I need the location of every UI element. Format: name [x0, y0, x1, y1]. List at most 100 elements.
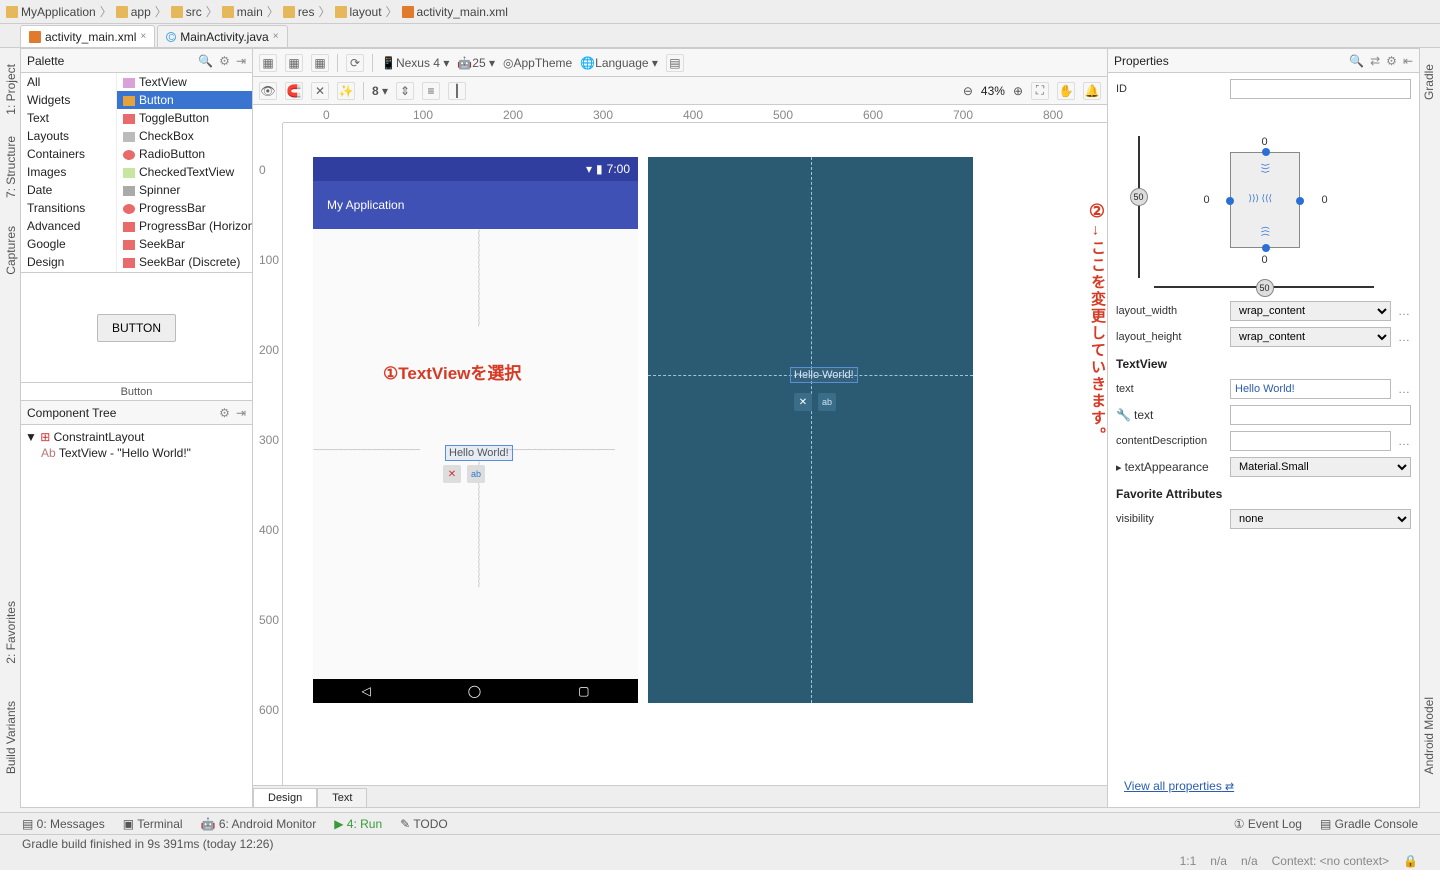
battery-icon: ▮: [596, 162, 603, 176]
tool-favorites[interactable]: 2: Favorites: [2, 595, 20, 670]
tab-mainactivity[interactable]: CMainActivity.java×: [157, 25, 287, 47]
wifi-icon: ▾: [586, 162, 592, 176]
pack-icon[interactable]: ⇕: [396, 82, 414, 100]
layout-width-select[interactable]: wrap_content: [1230, 301, 1391, 321]
close-icon[interactable]: ×: [140, 31, 146, 42]
palette-categories[interactable]: AllWidgetsTextLayoutsContainersImagesDat…: [21, 73, 117, 272]
select-design-icon[interactable]: ▦: [259, 54, 277, 72]
prop-id-label: ID: [1116, 83, 1224, 95]
blueprint-textview[interactable]: Hello World!: [790, 367, 858, 383]
tool-structure[interactable]: 7: Structure: [2, 130, 20, 204]
device-select[interactable]: 📱Nexus 4 ▾: [381, 56, 449, 70]
bp-baseline-icon[interactable]: ab: [818, 393, 836, 411]
pan-icon[interactable]: ✋: [1057, 82, 1075, 100]
variants-icon[interactable]: ▤: [666, 54, 684, 72]
remove-constraint-icon[interactable]: ✕: [443, 465, 461, 483]
more-icon[interactable]: …: [1397, 330, 1411, 344]
constraint-inspector[interactable]: 0 0 0 0 ⟩⟩⟩ ⟨⟨⟨ ⟩⟩⟩ ⟨⟨⟨ 50: [1116, 105, 1411, 295]
tool-project[interactable]: 1: Project: [2, 58, 20, 121]
search-icon[interactable]: 🔍: [198, 54, 213, 68]
bp-remove-constraint-icon[interactable]: ✕: [794, 393, 812, 411]
back-icon: ◁: [361, 684, 370, 698]
status-bar: Gradle build finished in 9s 391ms (today…: [0, 834, 1440, 852]
wrench-icon: 🔧: [1116, 408, 1131, 422]
section-textview: TextView: [1116, 357, 1411, 371]
recent-icon: ▢: [578, 684, 589, 698]
zoom-in-icon[interactable]: ⊕: [1013, 84, 1023, 98]
tab-design[interactable]: Design: [253, 788, 317, 807]
palette-title: Palette: [27, 54, 64, 68]
tool-android-model[interactable]: Android Model: [1420, 691, 1438, 780]
gear-icon[interactable]: ⚙: [1386, 54, 1397, 68]
palette-preview: BUTTON: [21, 273, 252, 383]
api-select[interactable]: 🤖25 ▾: [457, 56, 495, 70]
tool-gradle-console[interactable]: ▤ Gradle Console: [1320, 817, 1418, 831]
close-icon[interactable]: ×: [273, 31, 279, 42]
view-all-properties-link[interactable]: View all properties ⇄: [1116, 771, 1411, 801]
tool-messages[interactable]: ▤ 0: Messages: [22, 817, 105, 831]
design-canvas[interactable]: 0100200300400500600700800 01002003004005…: [253, 105, 1107, 785]
prop-id-input[interactable]: [1230, 79, 1411, 99]
contentdescription-input[interactable]: [1230, 431, 1391, 451]
textappearance-select[interactable]: Material.Small: [1230, 457, 1411, 477]
more-icon[interactable]: …: [1397, 304, 1411, 318]
tool-todo[interactable]: ✎ TODO: [400, 817, 448, 831]
guideline-icon[interactable]: ┃: [448, 82, 466, 100]
tree-textview[interactable]: Ab TextView - "Hello World!": [23, 445, 250, 461]
more-icon[interactable]: …: [1397, 434, 1411, 448]
zoom-fit-icon[interactable]: ⛶: [1031, 82, 1049, 100]
home-icon: ◯: [468, 684, 481, 698]
breadcrumb[interactable]: MyApplication〉 app〉 src〉 main〉 res〉 layo…: [0, 0, 1440, 24]
design-surface[interactable]: ▾▮7:00 My Application ~~~~~~~~~~~~~~~~~~…: [313, 157, 973, 703]
layout-height-select[interactable]: wrap_content: [1230, 327, 1391, 347]
view-blueprint-icon[interactable]: ▦: [285, 54, 303, 72]
tab-text[interactable]: Text: [317, 788, 367, 807]
selected-textview[interactable]: Hello World!: [445, 445, 513, 461]
tool-build-variants[interactable]: Build Variants: [2, 695, 20, 780]
tool-captures[interactable]: Captures: [2, 220, 20, 281]
baseline-icon[interactable]: ab: [467, 465, 485, 483]
tab-activity-main[interactable]: activity_main.xml×: [20, 25, 155, 47]
magnet-icon[interactable]: 🧲: [285, 82, 303, 100]
properties-body: ID 0 0 0 0 ⟩⟩⟩ ⟨⟨⟨ ⟩⟩⟩ ⟨⟨⟨: [1108, 73, 1419, 807]
text-input[interactable]: [1230, 379, 1391, 399]
gear-icon[interactable]: ⚙: [219, 406, 230, 420]
preview-button: BUTTON: [97, 314, 176, 342]
tool-gradle[interactable]: Gradle: [1420, 58, 1438, 106]
tool-run[interactable]: ▶ 4: Run: [334, 817, 382, 831]
visibility-select[interactable]: none: [1230, 509, 1411, 529]
theme-select[interactable]: ◎AppTheme: [503, 56, 572, 70]
text-tools-input[interactable]: [1230, 405, 1411, 425]
align-icon[interactable]: ≡: [422, 82, 440, 100]
infer-constraints-icon[interactable]: ✨: [337, 82, 355, 100]
palette-widgets[interactable]: TextView Button ToggleButton CheckBox Ra…: [117, 73, 252, 272]
hide-icon[interactable]: ⇥: [236, 406, 246, 420]
status-message: Gradle build finished in 9s 391ms (today…: [22, 837, 273, 851]
default-margin[interactable]: 8 ▾: [372, 84, 388, 98]
design-text-tabs: Design Text: [253, 785, 1107, 807]
eye-icon[interactable]: 👁: [259, 82, 277, 100]
notifications-icon[interactable]: 🔔: [1083, 82, 1101, 100]
phone-body[interactable]: ~~~~~~~~~~~~~~~~~~~~ ~~~~~~~~~~~~~~~~~~~…: [313, 229, 638, 679]
palette-body: AllWidgetsTextLayoutsContainersImagesDat…: [21, 73, 252, 273]
swap-icon[interactable]: ⇄: [1370, 54, 1380, 68]
tool-android-monitor[interactable]: 🤖 6: Android Monitor: [201, 817, 317, 831]
zoom-out-icon[interactable]: ⊖: [963, 84, 973, 98]
tool-event-log[interactable]: ① Event Log: [1234, 817, 1302, 831]
blueprint-preview[interactable]: Hello World! ✕ ab: [648, 157, 973, 703]
hide-icon[interactable]: ⇤: [1403, 54, 1413, 68]
language-select[interactable]: 🌐Language ▾: [580, 56, 658, 70]
orientation-icon[interactable]: ⟳: [346, 54, 364, 72]
hide-icon[interactable]: ⇥: [236, 54, 246, 68]
nav-bar: ◁ ◯ ▢: [313, 679, 638, 703]
clear-constraints-icon[interactable]: ✕: [311, 82, 329, 100]
component-tree-body[interactable]: ▼ ⊞ ConstraintLayout Ab TextView - "Hell…: [21, 425, 252, 465]
view-both-icon[interactable]: ▦: [311, 54, 329, 72]
device-preview[interactable]: ▾▮7:00 My Application ~~~~~~~~~~~~~~~~~~…: [313, 157, 638, 703]
tree-root[interactable]: ▼ ⊞ ConstraintLayout: [23, 429, 250, 445]
more-icon[interactable]: …: [1397, 382, 1411, 396]
section-favorite: Favorite Attributes: [1116, 487, 1411, 501]
tool-terminal[interactable]: ▣ Terminal: [123, 817, 183, 831]
gear-icon[interactable]: ⚙: [219, 54, 230, 68]
search-icon[interactable]: 🔍: [1349, 54, 1364, 68]
